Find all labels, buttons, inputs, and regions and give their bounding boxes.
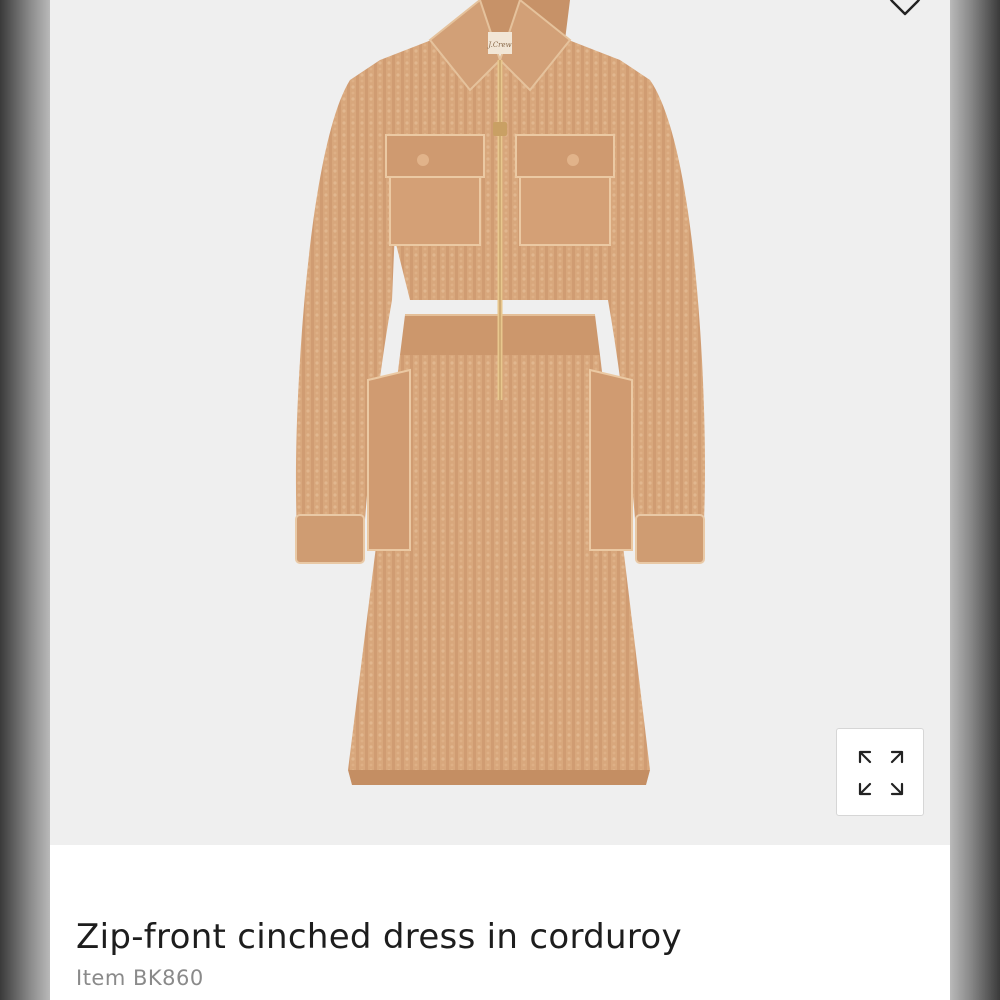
item-number: Item BK860 [76,966,204,990]
heart-icon[interactable] [888,0,922,16]
dress-photo: J.Crew [295,0,705,785]
product-info-panel: Zip-front cinched dress in corduroy Item… [50,845,950,1000]
product-title: Zip-front cinched dress in corduroy [76,917,682,957]
right-letterbox-bar [950,0,1000,1000]
expand-arrows-icon [858,750,904,796]
expand-image-button[interactable] [836,728,924,816]
svg-text:J.Crew: J.Crew [486,41,511,49]
left-letterbox-bar [0,0,50,1000]
product-image[interactable]: J.Crew [50,0,950,845]
